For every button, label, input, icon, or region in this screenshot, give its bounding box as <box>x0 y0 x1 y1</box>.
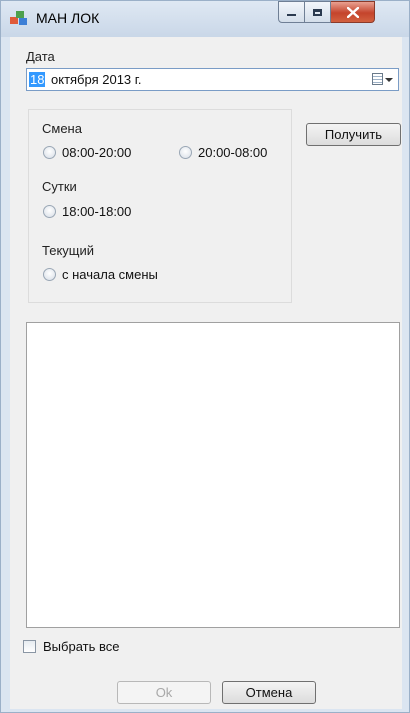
form-client-area: Дата 18 октября 2013 г. Смена 08:00-20:0… <box>10 37 402 709</box>
cancel-button[interactable]: Отмена <box>222 681 316 704</box>
radio-button[interactable] <box>43 268 56 281</box>
current-label: Текущий <box>42 243 94 258</box>
app-window: МАН ЛОК Дата 18 октября 2013 г. Смена 08… <box>0 0 410 713</box>
date-picker[interactable]: 18 октября 2013 г. <box>26 68 399 91</box>
minimize-icon <box>287 14 296 16</box>
shift-label: Смена <box>42 121 82 136</box>
calendar-icon <box>372 73 383 85</box>
chevron-down-icon <box>385 78 393 82</box>
title-bar[interactable]: МАН ЛОК <box>1 1 409 37</box>
close-button[interactable] <box>331 1 375 23</box>
maximize-icon <box>313 8 322 16</box>
maximize-button[interactable] <box>305 1 331 23</box>
day-option-label: 18:00-18:00 <box>62 204 132 219</box>
date-month-year[interactable]: октября 2013 г. <box>51 72 142 87</box>
radio-button[interactable] <box>43 146 56 159</box>
period-group: Смена 08:00-20:00 20:00-08:00 Сутки 18:0… <box>28 109 292 303</box>
checkbox[interactable] <box>23 640 36 653</box>
window-title: МАН ЛОК <box>36 10 100 26</box>
day-label: Сутки <box>42 179 77 194</box>
day-option[interactable]: 18:00-18:00 <box>43 204 131 219</box>
current-option-label: с начала смены <box>62 267 158 282</box>
radio-button[interactable] <box>43 205 56 218</box>
radio-button[interactable] <box>179 146 192 159</box>
shift-option-night[interactable]: 20:00-08:00 <box>179 145 267 160</box>
minimize-button[interactable] <box>278 1 305 23</box>
results-list[interactable] <box>26 322 400 628</box>
get-button[interactable]: Получить <box>306 123 401 146</box>
window-controls <box>278 1 375 23</box>
select-all-label: Выбрать все <box>43 639 120 654</box>
select-all-checkbox[interactable]: Выбрать все <box>23 639 119 654</box>
ok-button[interactable]: Ok <box>117 681 211 704</box>
shift-option-day-label: 08:00-20:00 <box>62 145 132 160</box>
calendar-dropdown-button[interactable] <box>372 73 394 87</box>
current-option[interactable]: с начала смены <box>43 267 158 282</box>
shift-option-night-label: 20:00-08:00 <box>198 145 268 160</box>
date-day-selected[interactable]: 18 <box>29 72 46 87</box>
app-icon <box>10 11 28 25</box>
date-label: Дата <box>26 49 55 64</box>
shift-option-day[interactable]: 08:00-20:00 <box>43 145 131 160</box>
close-icon <box>346 6 359 18</box>
